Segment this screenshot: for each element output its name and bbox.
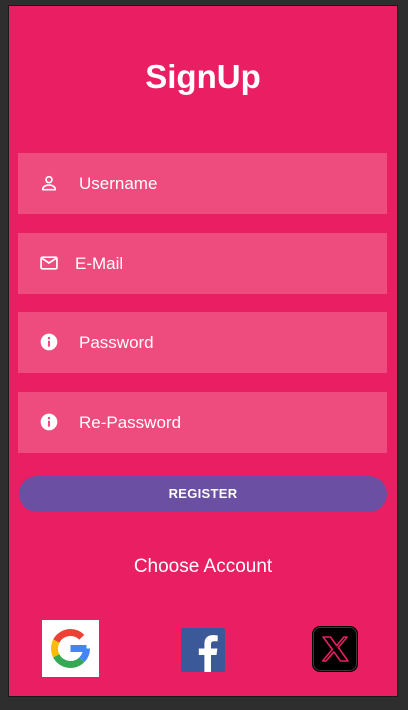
google-icon[interactable]	[42, 620, 99, 677]
device-frame: SignUp Username E-Mail Password Re-Passw…	[0, 0, 408, 710]
password-field[interactable]: Password	[18, 312, 387, 373]
mail-icon	[39, 253, 59, 273]
repassword-field[interactable]: Re-Password	[18, 392, 387, 453]
x-icon[interactable]	[312, 626, 358, 672]
choose-account-label: Choose Account	[133, 556, 273, 577]
page-title: SignUp	[145, 58, 261, 95]
username-field[interactable]: Username	[18, 153, 387, 214]
signup-screen: SignUp Username E-Mail Password Re-Passw…	[9, 6, 397, 696]
person-icon	[39, 173, 59, 193]
password-placeholder: Password	[79, 333, 154, 352]
info-icon	[39, 412, 59, 432]
email-field[interactable]: E-Mail	[18, 233, 387, 294]
info-icon	[39, 332, 59, 352]
repassword-placeholder: Re-Password	[79, 413, 182, 432]
username-placeholder: Username	[79, 174, 158, 193]
facebook-icon[interactable]	[181, 628, 225, 672]
email-placeholder: E-Mail	[75, 254, 124, 273]
register-button[interactable]: REGISTER	[19, 476, 387, 512]
